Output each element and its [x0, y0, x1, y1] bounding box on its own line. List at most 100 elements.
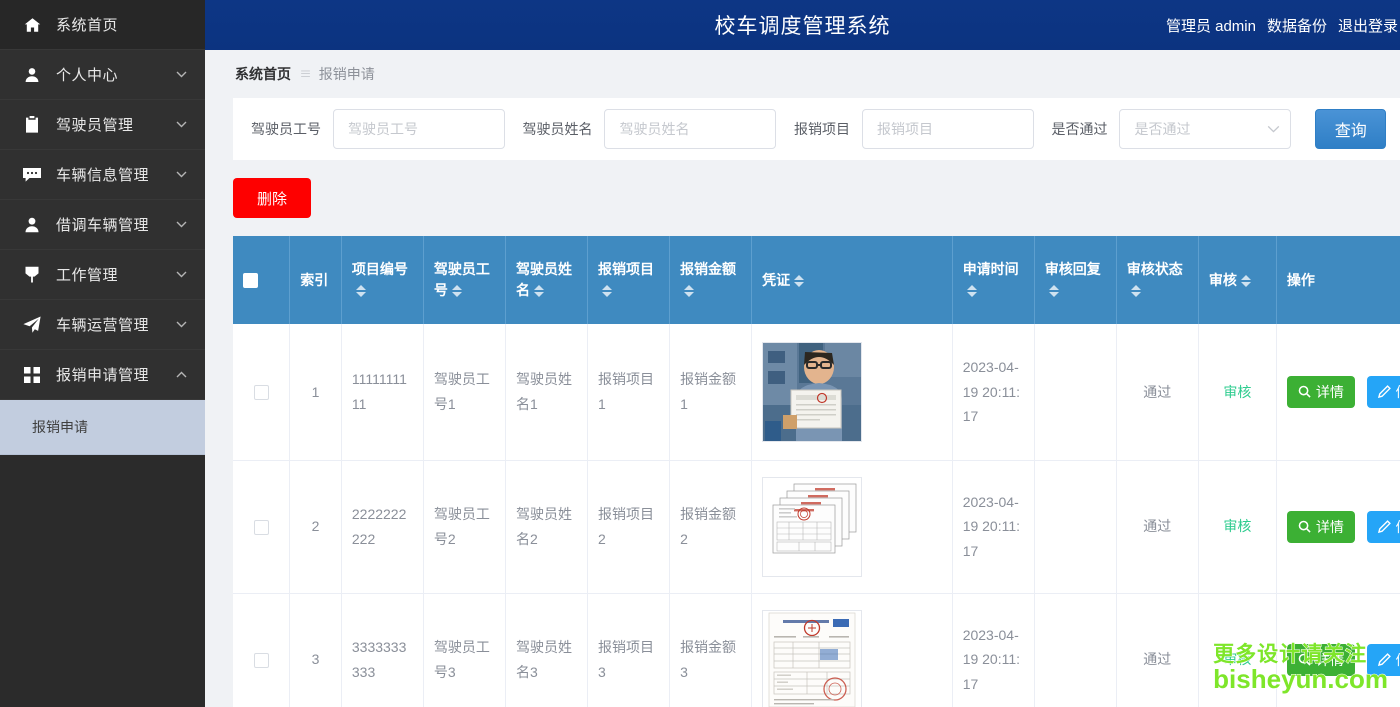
detail-button[interactable]: 详情: [1287, 511, 1355, 543]
cell-apply-time: 2023-04-19 20:11:17: [952, 324, 1034, 460]
cell-audit-status: 通过: [1116, 324, 1198, 460]
send-icon: [22, 315, 42, 335]
reimbursement-item-input[interactable]: [862, 109, 1034, 149]
cell-audit-reply: [1034, 324, 1116, 460]
sidebar-item-home[interactable]: 系统首页: [0, 0, 205, 50]
sidebar-item-label: 个人中心: [56, 64, 175, 85]
voucher-thumbnail-tax-invoice[interactable]: [762, 610, 862, 707]
chevron-up-icon: [175, 369, 187, 381]
detail-button[interactable]: 详情: [1287, 644, 1355, 676]
sort-icon[interactable]: [1131, 285, 1141, 297]
comment-icon: [22, 165, 42, 185]
table: 索引 项目编号 驾驶员工号 驾驶员姓名 报销项目 报销金额 凭证 申请时间 审核…: [233, 236, 1400, 707]
sort-icon[interactable]: [356, 285, 366, 297]
pencil-icon: [1378, 520, 1391, 533]
user-icon: [22, 65, 42, 85]
sort-icon[interactable]: [602, 285, 612, 297]
table-body: 1 1111111111 驾驶员工号1 驾驶员姓名1 报销项目1 报销金额1: [233, 324, 1400, 707]
cell-driver-no: 驾驶员工号1: [423, 324, 505, 460]
delete-button[interactable]: 删除: [233, 178, 311, 218]
sort-icon[interactable]: [1241, 275, 1251, 287]
header-logout-link[interactable]: 退出登录: [1338, 15, 1398, 36]
th-actions: 操作: [1276, 236, 1400, 324]
filter-driver-no-label: 驾驶员工号: [251, 119, 321, 139]
voucher-thumbnail-photo[interactable]: [762, 342, 862, 442]
pencil-icon: [1378, 653, 1391, 666]
cell-audit-status: 通过: [1116, 460, 1198, 593]
th-label: 凭证: [762, 272, 790, 288]
filter-approved: 是否通过 是否通过: [1051, 109, 1291, 149]
cell-actions: 详情 修改: [1276, 460, 1400, 593]
sidebar-item-driver-management[interactable]: 驾驶员管理: [0, 100, 205, 150]
voucher-thumbnail-invoice-stack[interactable]: [762, 477, 862, 577]
filter-driver-name-label: 驾驶员姓名: [522, 119, 592, 139]
cell-audit-reply: [1034, 593, 1116, 707]
chevron-down-icon: [175, 119, 187, 131]
sidebar-item-reimbursement-management[interactable]: 报销申请管理: [0, 350, 205, 400]
sidebar-item-vehicle-info[interactable]: 车辆信息管理: [0, 150, 205, 200]
th-apply-time[interactable]: 申请时间: [952, 236, 1034, 324]
row-checkbox[interactable]: [254, 653, 269, 668]
cell-amount: 报销金额1: [670, 324, 752, 460]
detail-button-label: 详情: [1316, 517, 1344, 537]
th-driver-name[interactable]: 驾驶员姓名: [505, 236, 587, 324]
sort-icon[interactable]: [534, 285, 544, 297]
edit-button[interactable]: 修改: [1367, 376, 1400, 408]
th-amount[interactable]: 报销金额: [670, 236, 752, 324]
th-project-no[interactable]: 项目编号: [341, 236, 423, 324]
cell-apply-time: 2023-04-19 20:11:17: [952, 460, 1034, 593]
sidebar-subitem-reimbursement-apply[interactable]: 报销申请: [0, 400, 205, 455]
home-icon: [22, 15, 42, 35]
approved-select[interactable]: 是否通过: [1119, 109, 1291, 149]
th-audit[interactable]: 审核: [1198, 236, 1276, 324]
cell-voucher: [752, 593, 953, 707]
filter-reimbursement-item-label: 报销项目: [794, 119, 850, 139]
query-button[interactable]: 查询: [1315, 109, 1386, 149]
audit-link[interactable]: 审核: [1223, 518, 1251, 534]
app-root: 系统首页 个人中心 驾驶员管理 车辆信息管理: [0, 0, 1400, 707]
audit-link[interactable]: 审核: [1223, 651, 1251, 667]
sort-icon[interactable]: [452, 285, 462, 297]
search-icon: [1298, 385, 1311, 398]
sidebar-subitem-label: 报销申请: [32, 417, 88, 437]
chevron-down-icon: [175, 269, 187, 281]
th-label: 操作: [1287, 272, 1315, 288]
chevron-down-icon: [175, 69, 187, 81]
sort-icon[interactable]: [684, 285, 694, 297]
sort-icon[interactable]: [1049, 285, 1059, 297]
sort-icon[interactable]: [794, 275, 804, 287]
detail-button[interactable]: 详情: [1287, 376, 1355, 408]
sort-icon[interactable]: [967, 285, 977, 297]
chevron-down-icon: [175, 319, 187, 331]
header-admin-label[interactable]: 管理员 admin: [1166, 15, 1256, 36]
th-audit-reply[interactable]: 审核回复: [1034, 236, 1116, 324]
th-audit-status[interactable]: 审核状态: [1116, 236, 1198, 324]
th-driver-no[interactable]: 驾驶员工号: [423, 236, 505, 324]
row-checkbox[interactable]: [254, 520, 269, 535]
cell-reimbursement-item: 报销项目1: [588, 324, 670, 460]
sidebar-item-work-management[interactable]: 工作管理: [0, 250, 205, 300]
table-row: 2 2222222222 驾驶员工号2 驾驶员姓名2 报销项目2 报销金额2: [233, 460, 1400, 593]
driver-no-input[interactable]: [333, 109, 505, 149]
sidebar-item-label: 报销申请管理: [56, 364, 175, 385]
row-checkbox[interactable]: [254, 385, 269, 400]
th-label: 申请时间: [963, 261, 1019, 277]
sidebar-item-profile[interactable]: 个人中心: [0, 50, 205, 100]
audit-link[interactable]: 审核: [1223, 384, 1251, 400]
th-reimbursement-item[interactable]: 报销项目: [588, 236, 670, 324]
select-all-checkbox[interactable]: [243, 273, 258, 288]
edit-button[interactable]: 修改: [1367, 511, 1400, 543]
edit-button[interactable]: 修改: [1367, 644, 1400, 676]
driver-name-input[interactable]: [604, 109, 776, 149]
th-voucher[interactable]: 凭证: [752, 236, 953, 324]
cell-amount: 报销金额3: [670, 593, 752, 707]
cell-index: 3: [290, 593, 342, 707]
sidebar-item-borrowed-vehicle[interactable]: 借调车辆管理: [0, 200, 205, 250]
breadcrumb-home[interactable]: 系统首页: [235, 64, 291, 84]
cell-project-no: 2222222222: [341, 460, 423, 593]
chevron-down-icon: [1267, 125, 1280, 133]
th-label: 报销金额: [680, 261, 736, 277]
cell-driver-name: 驾驶员姓名2: [505, 460, 587, 593]
sidebar-item-vehicle-operation[interactable]: 车辆运营管理: [0, 300, 205, 350]
header-backup-link[interactable]: 数据备份: [1267, 15, 1327, 36]
